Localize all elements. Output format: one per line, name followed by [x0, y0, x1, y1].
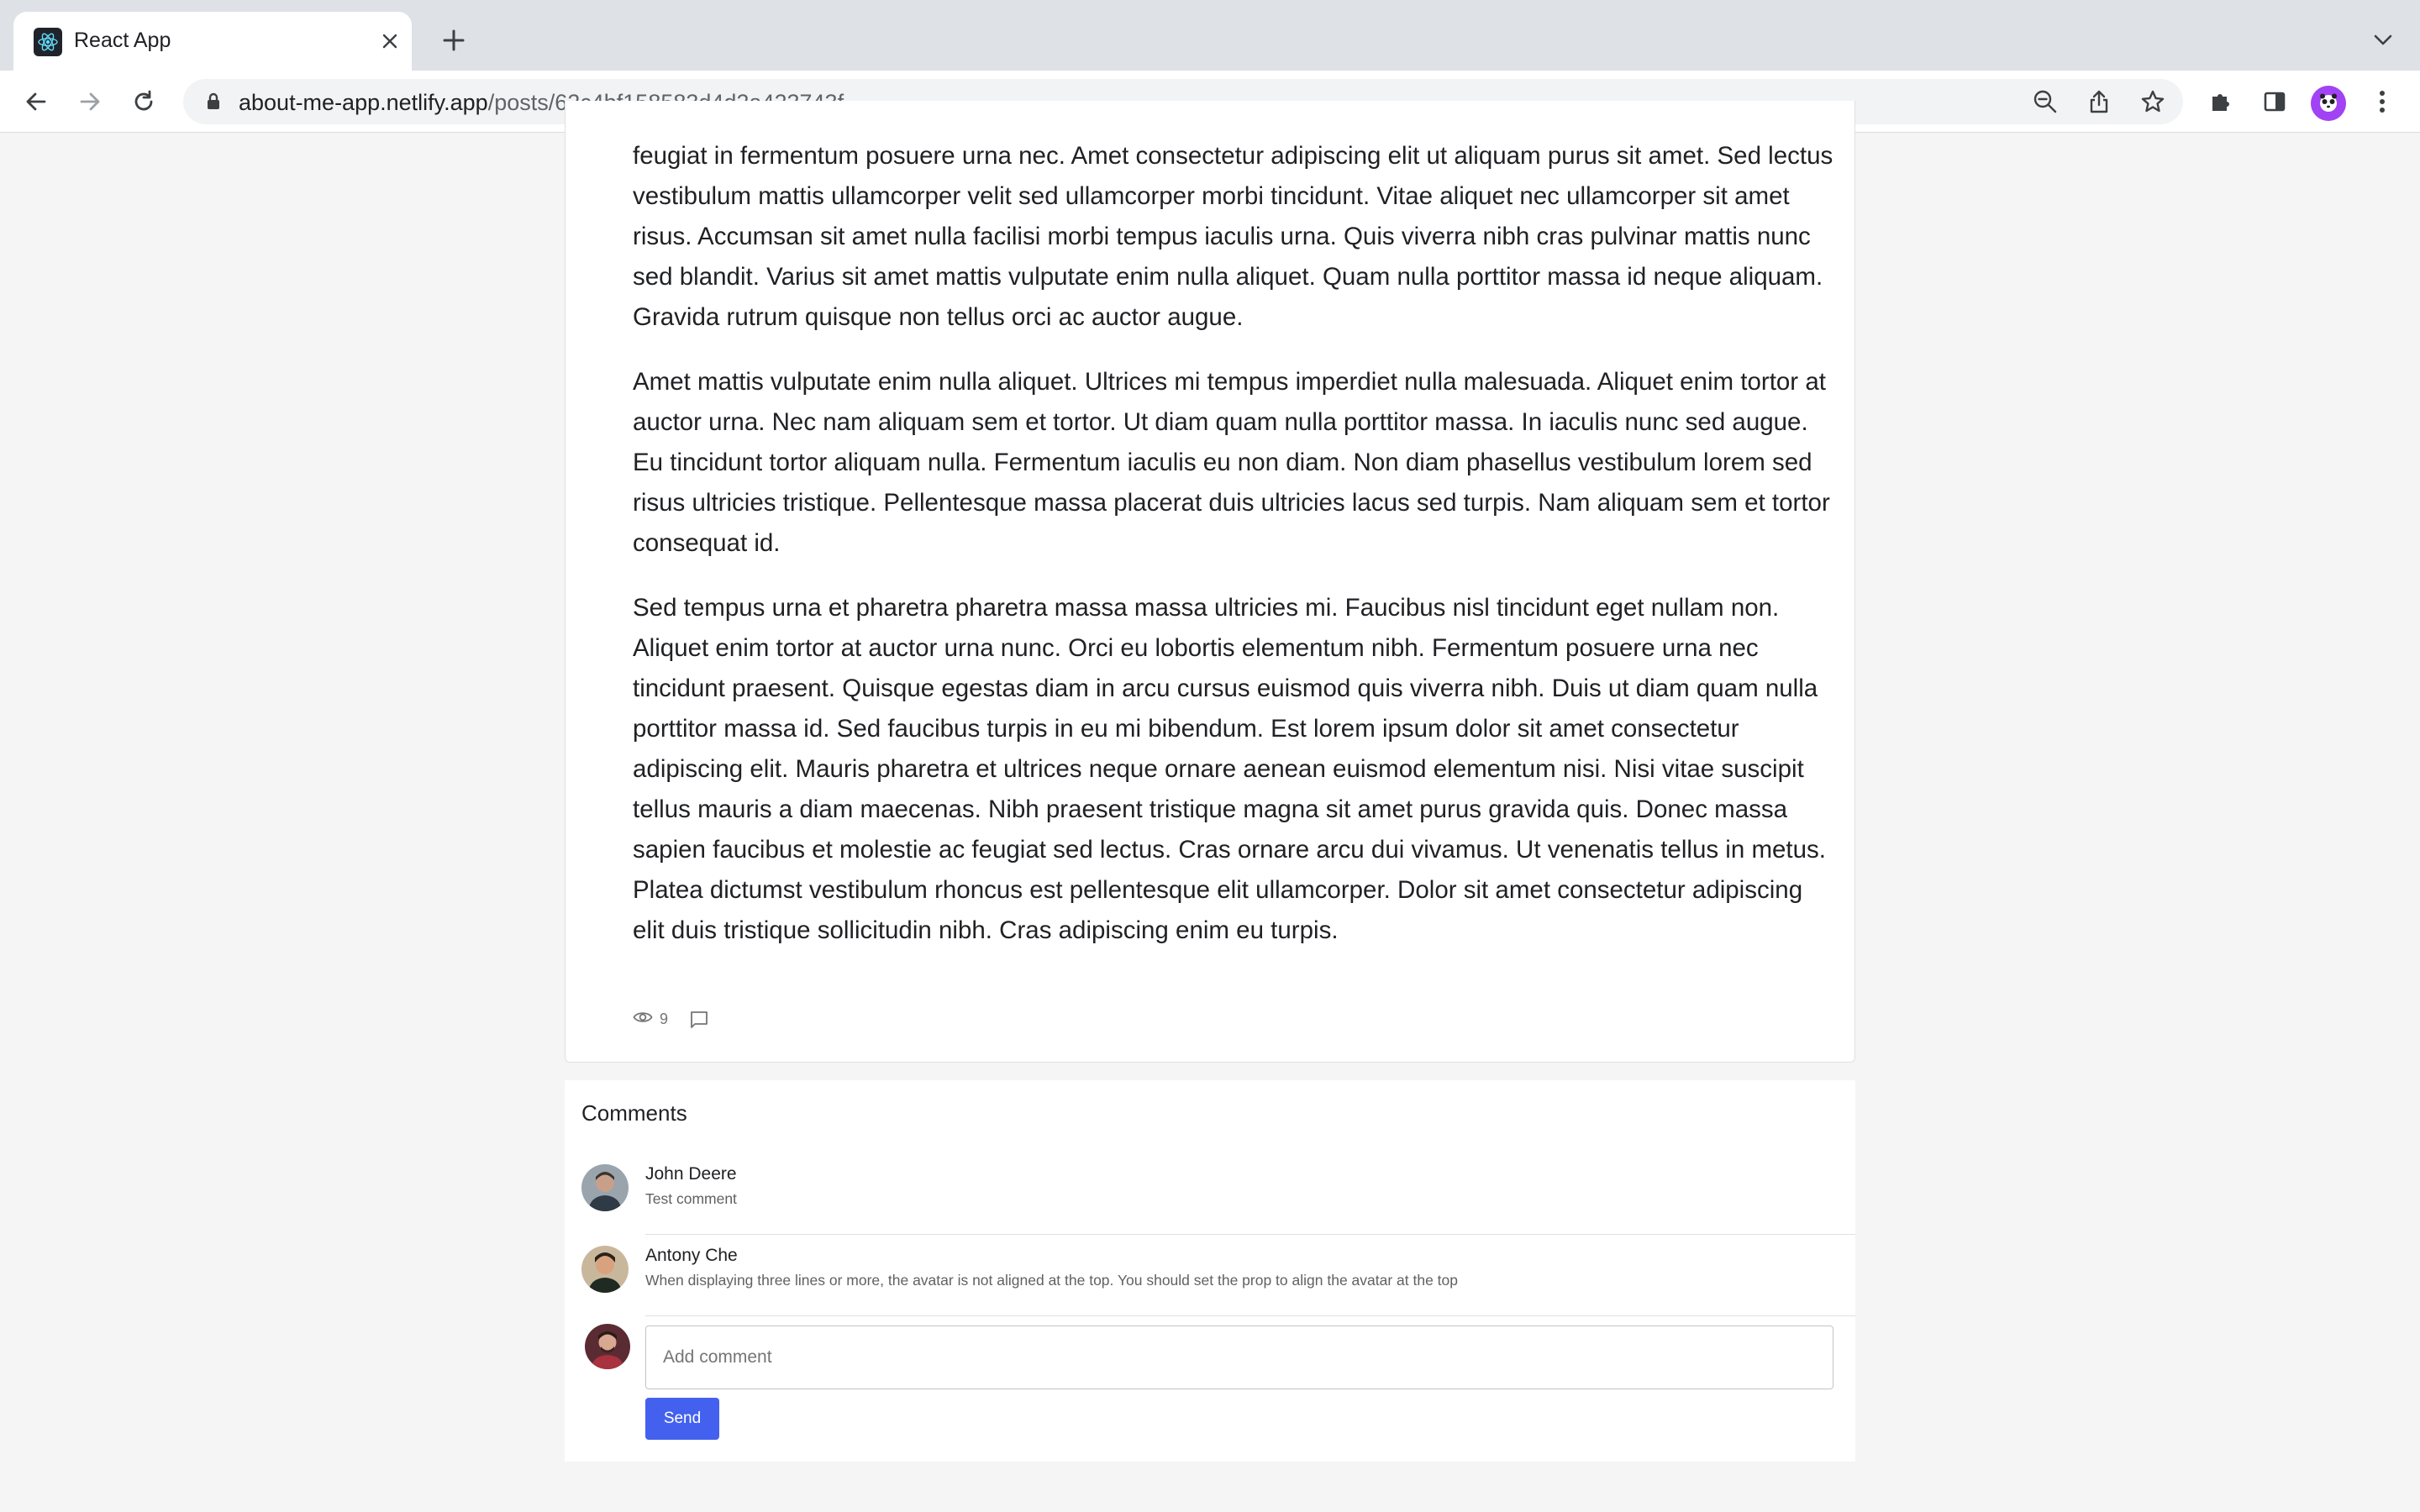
- close-tab-icon[interactable]: [376, 28, 403, 55]
- comment-author: John Deere: [645, 1164, 737, 1184]
- menu-kebab-icon[interactable]: [2365, 84, 2400, 119]
- comments-section: Comments John Deere Test comment Antony …: [565, 1080, 1855, 1462]
- tab-title: React App: [74, 29, 171, 52]
- views-count: 9: [660, 1011, 669, 1027]
- chevron-down-icon[interactable]: [2368, 25, 2398, 55]
- forward-arrow-icon[interactable]: [72, 84, 108, 119]
- react-logo-icon: [34, 28, 62, 56]
- browser-tab[interactable]: React App: [13, 12, 412, 71]
- comment-text: When displaying three lines or more, the…: [645, 1272, 1459, 1289]
- post-paragraph: feugiat in fermentum posuere urna nec. A…: [633, 142, 1833, 331]
- side-panel-icon[interactable]: [2257, 84, 2292, 119]
- post-body: feugiat in fermentum posuere urna nec. A…: [633, 136, 1839, 975]
- add-comment-input[interactable]: [645, 1326, 1833, 1389]
- extensions-puzzle-icon[interactable]: [2203, 84, 2238, 119]
- divider: [645, 1315, 1855, 1316]
- current-user-avatar: [585, 1324, 630, 1369]
- post-meta: 9: [633, 1010, 708, 1029]
- new-tab-icon[interactable]: [439, 25, 469, 55]
- comment-icon[interactable]: [690, 1011, 708, 1029]
- divider: [645, 1234, 1855, 1235]
- views-counter: 9: [633, 1010, 668, 1029]
- profile-avatar[interactable]: [2311, 86, 2346, 121]
- send-button[interactable]: Send: [645, 1398, 719, 1440]
- comments-title: Comments: [581, 1100, 687, 1126]
- url-host: about-me-app.netlify.app: [239, 90, 488, 115]
- avatar: [581, 1164, 629, 1211]
- lock-icon[interactable]: [203, 92, 224, 112]
- comment-author: Antony Che: [645, 1246, 738, 1265]
- comment-text: Test comment: [645, 1190, 737, 1207]
- back-arrow-icon[interactable]: [18, 84, 54, 119]
- eye-icon: [633, 1010, 653, 1029]
- comment-item: Antony Che When displaying three lines o…: [581, 1236, 1855, 1316]
- bookmark-star-icon[interactable]: [2138, 87, 2168, 117]
- share-icon[interactable]: [2084, 87, 2114, 117]
- comment-item: John Deere Test comment: [581, 1154, 1855, 1235]
- post-paragraph: Sed tempus urna et pharetra pharetra mas…: [633, 594, 1826, 944]
- post-card: feugiat in fermentum posuere urna nec. A…: [565, 101, 1855, 1063]
- post-paragraph: Amet mattis vulputate enim nulla aliquet…: [633, 368, 1830, 557]
- avatar: [581, 1246, 629, 1293]
- reload-icon[interactable]: [126, 84, 161, 119]
- browser-tabstrip: React App: [0, 0, 2420, 71]
- zoom-out-icon[interactable]: [2030, 87, 2060, 117]
